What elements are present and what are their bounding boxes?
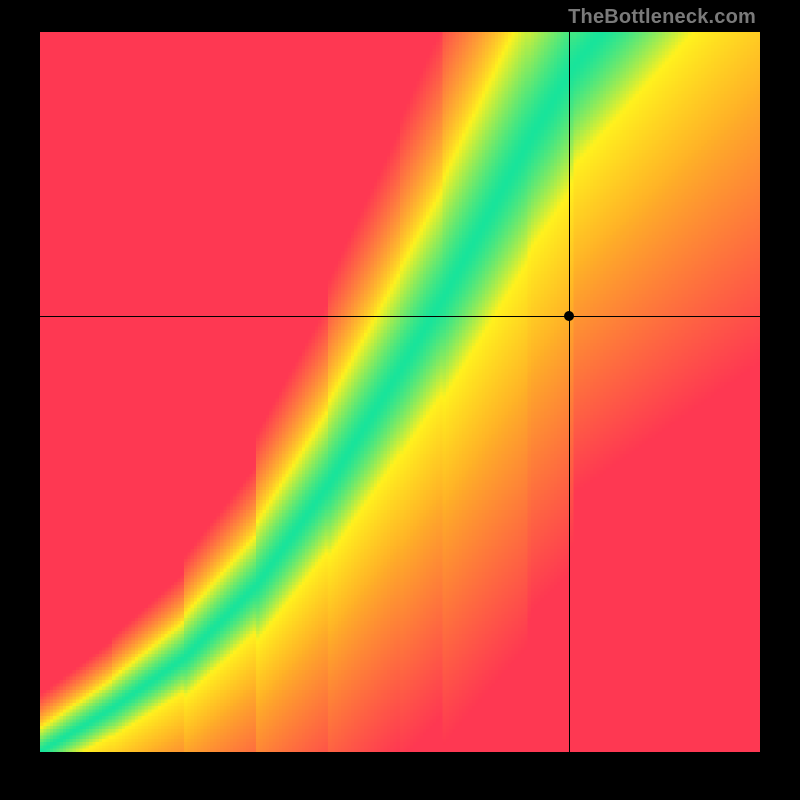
watermark-text: TheBottleneck.com [568,6,756,29]
crosshair-horizontal [40,316,760,317]
heatmap-canvas [40,32,760,752]
chart-frame [40,32,760,752]
crosshair-vertical [569,32,570,752]
